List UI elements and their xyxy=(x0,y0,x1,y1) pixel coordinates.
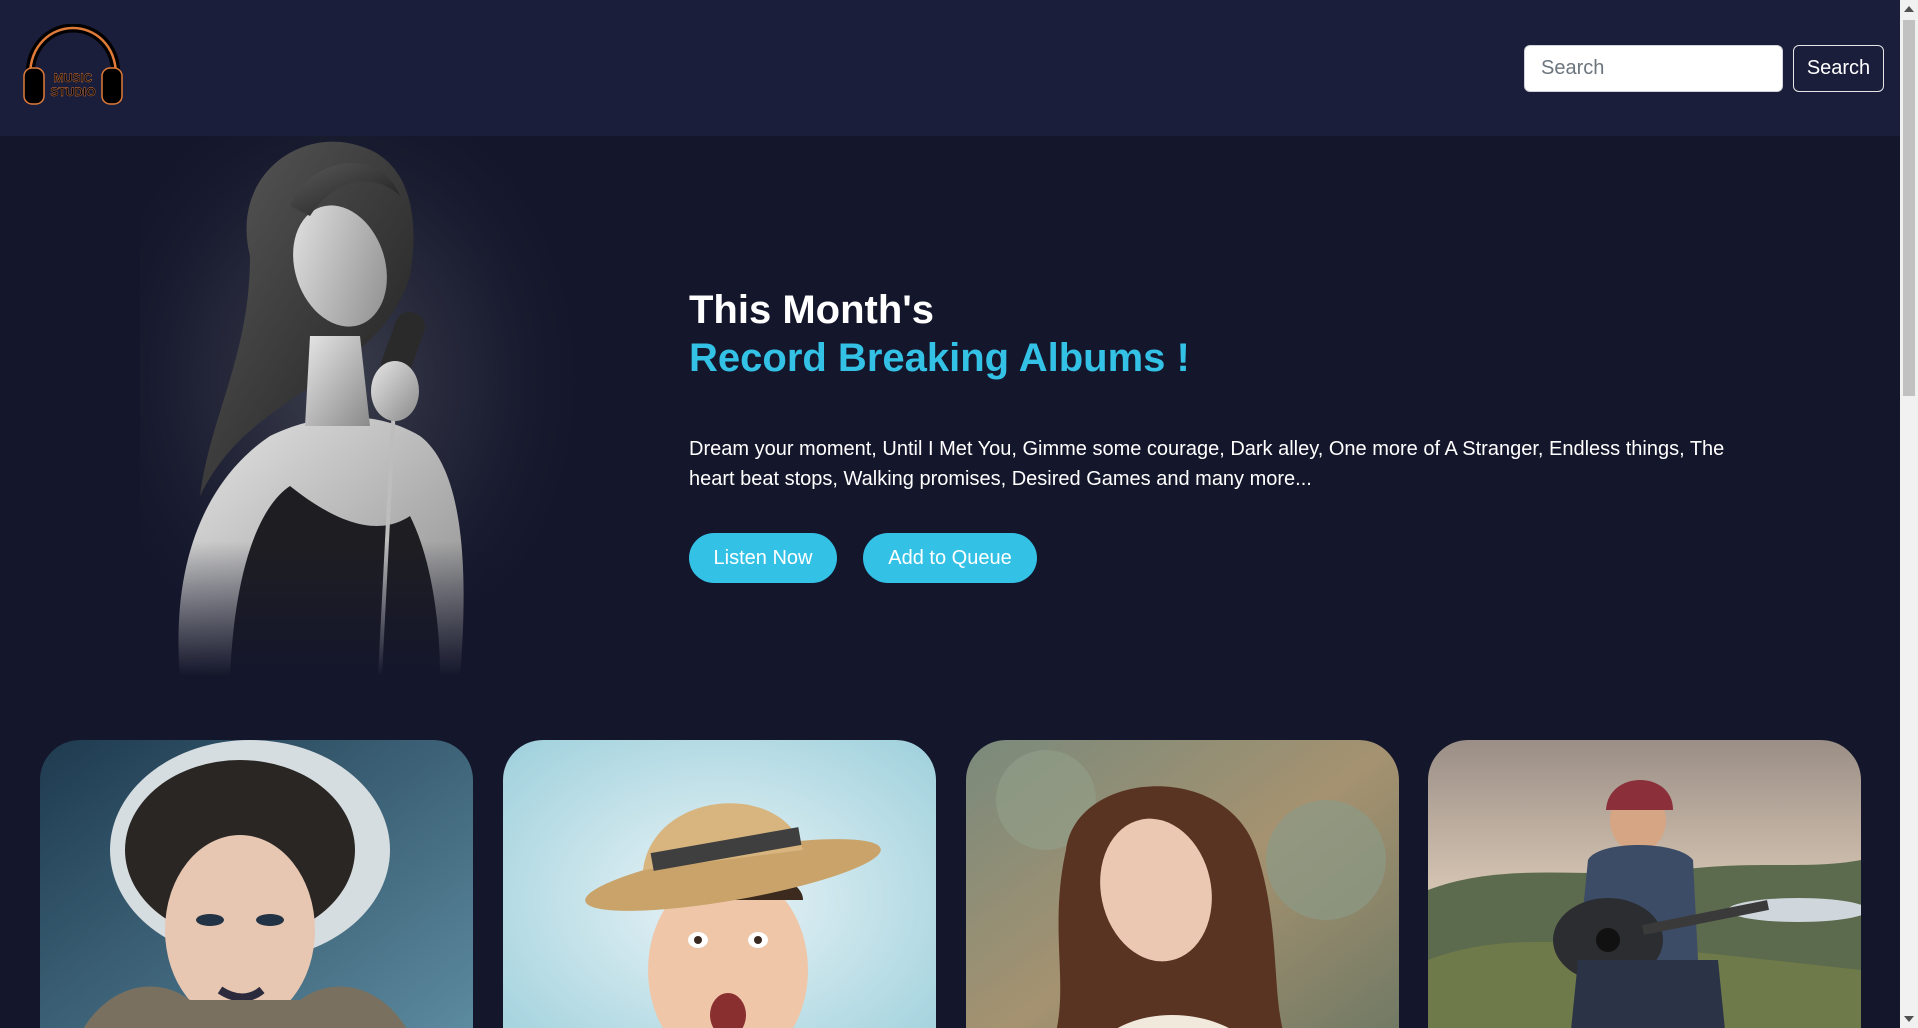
page: MUSIC STUDIO Search Search This Month's … xyxy=(0,0,1918,1028)
album-card-image xyxy=(1428,740,1861,1028)
album-card-image xyxy=(40,740,473,1028)
hero-singer-image xyxy=(140,136,580,677)
album-cards xyxy=(0,740,1900,1028)
triangle-down-icon[interactable] xyxy=(1900,1010,1918,1028)
album-card-image xyxy=(966,740,1399,1028)
album-card-3[interactable] xyxy=(966,740,1399,1028)
vertical-scrollbar[interactable] xyxy=(1900,0,1918,1028)
logo-text-music: MUSIC xyxy=(54,71,93,85)
hero-subtitle: Record Breaking Albums ! xyxy=(689,336,1190,380)
hero-section: This Month's Record Breaking Albums ! Dr… xyxy=(0,136,1900,696)
triangle-up-icon[interactable] xyxy=(1900,0,1918,18)
search-input[interactable] xyxy=(1524,45,1783,92)
search-button[interactable]: Search xyxy=(1793,45,1884,92)
headphones-icon: MUSIC STUDIO xyxy=(23,23,123,105)
add-to-queue-button[interactable]: Add to Queue xyxy=(863,533,1037,583)
logo[interactable]: MUSIC STUDIO xyxy=(22,23,124,108)
album-card-1[interactable] xyxy=(40,740,473,1028)
hero-title: This Month's xyxy=(689,288,935,332)
album-card-2[interactable] xyxy=(503,740,936,1028)
scrollbar-thumb[interactable] xyxy=(1903,20,1915,396)
listen-now-button[interactable]: Listen Now xyxy=(689,533,837,583)
hero-description: Dream your moment, Until I Met You, Gimm… xyxy=(689,438,1725,490)
album-card-image xyxy=(503,740,936,1028)
album-card-4[interactable] xyxy=(1428,740,1861,1028)
navbar: MUSIC STUDIO Search xyxy=(0,0,1900,136)
logo-text-studio: STUDIO xyxy=(50,85,95,99)
